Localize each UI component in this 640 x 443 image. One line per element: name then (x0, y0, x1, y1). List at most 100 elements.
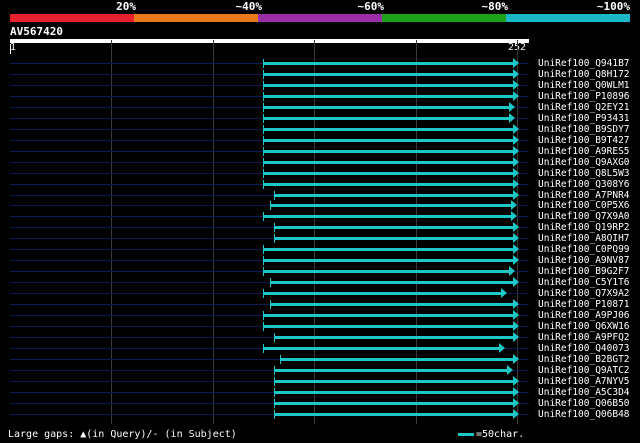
hit-label-link[interactable]: UniRef100_Q0WLM1 (538, 80, 630, 91)
hit-arrow-icon (509, 266, 515, 276)
hit-arrow-icon (513, 157, 519, 167)
hit-arrow-icon (513, 387, 519, 397)
hit-alignment-bar[interactable] (274, 194, 514, 197)
hit-arrow-icon (509, 102, 515, 112)
hit-label-link[interactable]: UniRef100_B9T427 (538, 135, 630, 146)
hit-label-link[interactable]: UniRef100_P10871 (538, 299, 630, 310)
hit-label-link[interactable]: UniRef100_A9NV87 (538, 255, 630, 266)
hit-arrow-icon (513, 124, 519, 134)
hit-arrow-icon (501, 288, 507, 298)
hit-alignment-bar[interactable] (263, 73, 514, 76)
hit-alignment-bar[interactable] (274, 336, 514, 339)
hit-alignment-bar[interactable] (263, 314, 514, 317)
hit-label-link[interactable]: UniRef100_Q941B7 (538, 58, 630, 69)
hit-alignment-bar[interactable] (270, 281, 514, 284)
hit-label-link[interactable]: UniRef100_Q8L5W3 (538, 168, 630, 179)
hit-label-link[interactable]: UniRef100_Q8H172 (538, 69, 630, 80)
hit-alignment-bar[interactable] (263, 106, 510, 109)
hit-arrow-icon (509, 113, 515, 123)
hit-arrow-icon (513, 310, 519, 320)
hits-list: UniRef100_Q941B7 UniRef100_Q8H172 UniRef10… (0, 0, 640, 443)
hit-label-link[interactable]: UniRef100_Q9AXG0 (538, 157, 630, 168)
hit-label-link[interactable]: UniRef100_Q308Y6 (538, 179, 630, 190)
hit-label-link[interactable]: UniRef100_Q06B50 (538, 398, 630, 409)
hit-alignment-bar[interactable] (263, 139, 514, 142)
hit-arrow-icon (513, 255, 519, 265)
hit-label-link[interactable]: UniRef100_A9PJ06 (538, 310, 630, 321)
hit-alignment-bar[interactable] (263, 161, 514, 164)
hit-arrow-icon (513, 146, 519, 156)
hit-arrow-icon (513, 168, 519, 178)
hit-alignment-bar[interactable] (274, 402, 514, 405)
hit-arrow-icon (513, 222, 519, 232)
hit-label-link[interactable]: UniRef100_Q2EY21 (538, 102, 630, 113)
hit-alignment-bar[interactable] (263, 150, 514, 153)
hit-arrow-icon (511, 211, 517, 221)
hit-alignment-bar[interactable] (270, 303, 514, 306)
hit-alignment-bar[interactable] (270, 204, 512, 207)
hit-label-link[interactable]: UniRef100_Q7X9A0 (538, 211, 630, 222)
hit-alignment-bar[interactable] (263, 183, 514, 186)
hit-label-link[interactable]: UniRef100_P10896 (538, 91, 630, 102)
hit-label-link[interactable]: UniRef100_Q40073 (538, 343, 630, 354)
hit-arrow-icon (513, 277, 519, 287)
hit-arrow-icon (513, 354, 519, 364)
hit-label-link[interactable]: UniRef100_C0P5X6 (538, 200, 630, 211)
hit-alignment-bar[interactable] (263, 128, 514, 131)
hit-arrow-icon (513, 321, 519, 331)
hit-alignment-bar[interactable] (274, 237, 514, 240)
hit-alignment-bar[interactable] (263, 259, 514, 262)
hit-alignment-bar[interactable] (274, 413, 514, 416)
hit-label-link[interactable]: UniRef100_C0PQ99 (538, 244, 630, 255)
hit-label-link[interactable]: UniRef100_B9G2F7 (538, 266, 630, 277)
hit-alignment-bar[interactable] (274, 226, 514, 229)
hit-label-link[interactable]: UniRef100_A5C3D4 (538, 387, 630, 398)
hit-arrow-icon (513, 69, 519, 79)
hit-alignment-bar[interactable] (263, 347, 500, 350)
hit-label-link[interactable]: UniRef100_Q19RP2 (538, 222, 630, 233)
hit-arrow-icon (513, 58, 519, 68)
hit-label-link[interactable]: UniRef100_Q7X9A2 (538, 288, 630, 299)
hit-arrow-icon (513, 80, 519, 90)
hit-arrow-icon (513, 91, 519, 101)
hit-label-link[interactable]: UniRef100_A8QIH7 (538, 233, 630, 244)
hit-alignment-bar[interactable] (263, 248, 514, 251)
hit-label-link[interactable]: UniRef100_Q06B48 (538, 409, 630, 420)
hit-arrow-icon (513, 376, 519, 386)
hit-label-link[interactable]: UniRef100_A9PFQ2 (538, 332, 630, 343)
hit-alignment-bar[interactable] (263, 172, 514, 175)
hit-alignment-bar[interactable] (274, 391, 514, 394)
hit-alignment-bar[interactable] (263, 95, 514, 98)
hit-alignment-bar[interactable] (274, 380, 514, 383)
hit-label-link[interactable]: UniRef100_B9SDY7 (538, 124, 630, 135)
hit-arrow-icon (513, 409, 519, 419)
hit-label-link[interactable]: UniRef100_A7NYV5 (538, 376, 630, 387)
hit-arrow-icon (513, 233, 519, 243)
hit-arrow-icon (511, 200, 517, 210)
scale-key-label: =50char. (476, 429, 525, 440)
hit-arrow-icon (499, 343, 505, 353)
hit-alignment-bar[interactable] (263, 325, 514, 328)
hit-alignment-bar[interactable] (274, 369, 508, 372)
hit-arrow-icon (513, 299, 519, 309)
hit-alignment-bar[interactable] (280, 358, 514, 361)
hit-alignment-bar[interactable] (263, 84, 514, 87)
hit-label-link[interactable]: UniRef100_B2BGT2 (538, 354, 630, 365)
gaps-legend: Large gaps: ▲(in Query)/- (in Subject) (8, 429, 237, 440)
hit-alignment-bar[interactable] (263, 215, 512, 218)
hit-alignment-bar[interactable] (263, 62, 514, 65)
hit-label-link[interactable]: UniRef100_Q9ATC2 (538, 365, 630, 376)
scale-key: =50char. (458, 429, 524, 441)
hit-arrow-icon (513, 398, 519, 408)
hit-label-link[interactable]: UniRef100_Q6XW16 (538, 321, 630, 332)
hit-alignment-bar[interactable] (263, 117, 510, 120)
scale-swatch (458, 432, 474, 436)
hit-arrow-icon (513, 244, 519, 254)
hit-label-link[interactable]: UniRef100_A9RES5 (538, 146, 630, 157)
hit-alignment-bar[interactable] (263, 270, 510, 273)
hit-alignment-bar[interactable] (263, 292, 502, 295)
hit-arrow-icon (507, 365, 513, 375)
hit-label-link[interactable]: UniRef100_C5Y1T6 (538, 277, 630, 288)
hit-arrow-icon (513, 179, 519, 189)
hit-label-link[interactable]: UniRef100_P93431 (538, 113, 630, 124)
